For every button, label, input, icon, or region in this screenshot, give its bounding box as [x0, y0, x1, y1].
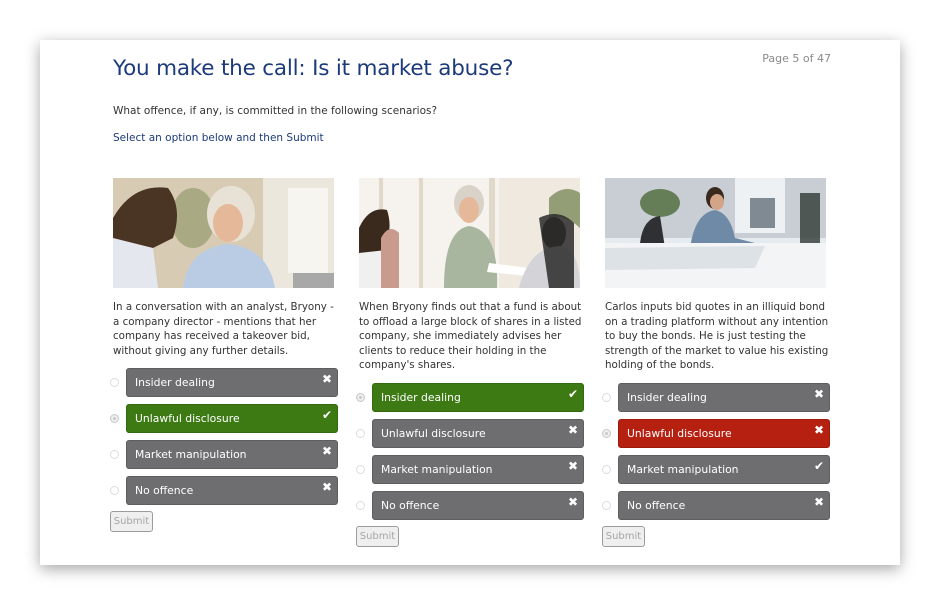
submit-button[interactable]: Submit [602, 525, 645, 547]
option-no-offence[interactable]: No offence ✖ [618, 490, 830, 520]
check-icon: ✔ [813, 458, 824, 473]
option-radio[interactable] [602, 464, 611, 474]
scenario-description: When Bryony finds out that a fund is abo… [359, 301, 582, 371]
option-label: Unlawful disclosure [135, 412, 240, 425]
option-radio[interactable] [110, 378, 119, 387]
option-radio[interactable] [356, 464, 365, 474]
option-radio-selected[interactable] [356, 392, 365, 402]
question-text: What offence, if any, is committed in th… [113, 105, 438, 117]
page-indicator: Page 5 of 47 [762, 52, 831, 65]
option-label: Insider dealing [381, 390, 461, 404]
option-insider-dealing[interactable]: Insider dealing ✖ [126, 368, 338, 397]
option-radio[interactable] [356, 500, 365, 510]
option-label: No offence [627, 498, 686, 512]
page-title: You make the call: Is it market abuse? [113, 56, 514, 81]
answer-options: Insider dealing ✔ Unlawful disclosure ✖ … [356, 382, 584, 520]
scenario-description: In a conversation with an analyst, Bryon… [113, 301, 334, 357]
option-row: Market manipulation ✖ [356, 454, 584, 484]
scenario-description: Carlos inputs bid quotes in an illiquid … [605, 301, 829, 371]
submit-button[interactable]: Submit [356, 525, 399, 547]
option-market-manipulation[interactable]: Market manipulation ✖ [126, 440, 338, 469]
option-label: Unlawful disclosure [627, 426, 732, 440]
scenario-photo [113, 178, 334, 288]
option-label: Insider dealing [135, 376, 215, 389]
option-radio-selected[interactable] [602, 428, 611, 438]
option-row: Insider dealing ✖ [110, 368, 338, 397]
option-unlawful-disclosure[interactable]: Unlawful disclosure ✖ [372, 418, 584, 448]
answer-options: Insider dealing ✖ Unlawful disclosure ✖ … [602, 382, 830, 520]
scenario-photo [359, 178, 580, 288]
option-radio[interactable] [602, 392, 611, 402]
option-row: Unlawful disclosure ✔ [110, 404, 338, 433]
option-market-manipulation[interactable]: Market manipulation ✖ [372, 454, 584, 484]
check-icon: ✔ [321, 408, 332, 422]
option-unlawful-disclosure[interactable]: Unlawful disclosure ✔ [126, 404, 338, 433]
option-radio[interactable] [356, 428, 365, 438]
option-radio-selected[interactable] [110, 414, 119, 423]
option-row: No offence ✖ [602, 490, 830, 520]
cross-icon: ✖ [813, 386, 824, 401]
cross-icon: ✖ [321, 444, 332, 458]
scenario-3: Carlos inputs bid quotes in an illiquid … [602, 178, 830, 547]
option-insider-dealing[interactable]: Insider dealing ✔ [372, 382, 584, 412]
slide-card: Page 5 of 47 You make the call: Is it ma… [40, 40, 900, 565]
option-row: Insider dealing ✔ [356, 382, 584, 412]
cross-icon: ✖ [321, 372, 332, 386]
scenario-1: In a conversation with an analyst, Bryon… [110, 178, 338, 532]
option-row: Unlawful disclosure ✖ [602, 418, 830, 448]
cross-icon: ✖ [321, 480, 332, 494]
option-label: No offence [381, 498, 440, 512]
scenario-photo [605, 178, 826, 288]
cross-icon: ✖ [567, 422, 578, 437]
option-market-manipulation[interactable]: Market manipulation ✔ [618, 454, 830, 484]
option-row: Unlawful disclosure ✖ [356, 418, 584, 448]
option-row: Market manipulation ✖ [110, 440, 338, 469]
option-row: Insider dealing ✖ [602, 382, 830, 412]
cross-icon: ✖ [813, 422, 824, 437]
option-row: No offence ✖ [110, 476, 338, 505]
option-no-offence[interactable]: No offence ✖ [372, 490, 584, 520]
submit-button[interactable]: Submit [110, 511, 153, 532]
option-label: Unlawful disclosure [381, 426, 486, 440]
option-label: Market manipulation [381, 462, 493, 476]
option-label: Market manipulation [135, 448, 247, 461]
option-row: No offence ✖ [356, 490, 584, 520]
option-no-offence[interactable]: No offence ✖ [126, 476, 338, 505]
instruction-text: Select an option below and then Submit [113, 132, 324, 144]
option-label: Market manipulation [627, 462, 739, 476]
scenario-2: When Bryony finds out that a fund is abo… [356, 178, 584, 547]
option-radio[interactable] [110, 450, 119, 459]
check-icon: ✔ [567, 386, 578, 401]
option-label: Insider dealing [627, 390, 707, 404]
option-insider-dealing[interactable]: Insider dealing ✖ [618, 382, 830, 412]
cross-icon: ✖ [567, 458, 578, 473]
cross-icon: ✖ [567, 494, 578, 509]
option-radio[interactable] [602, 500, 611, 510]
cross-icon: ✖ [813, 494, 824, 509]
option-radio[interactable] [110, 486, 119, 495]
answer-options: Insider dealing ✖ Unlawful disclosure ✔ … [110, 368, 338, 505]
option-unlawful-disclosure[interactable]: Unlawful disclosure ✖ [618, 418, 830, 448]
option-row: Market manipulation ✔ [602, 454, 830, 484]
option-label: No offence [135, 484, 194, 497]
